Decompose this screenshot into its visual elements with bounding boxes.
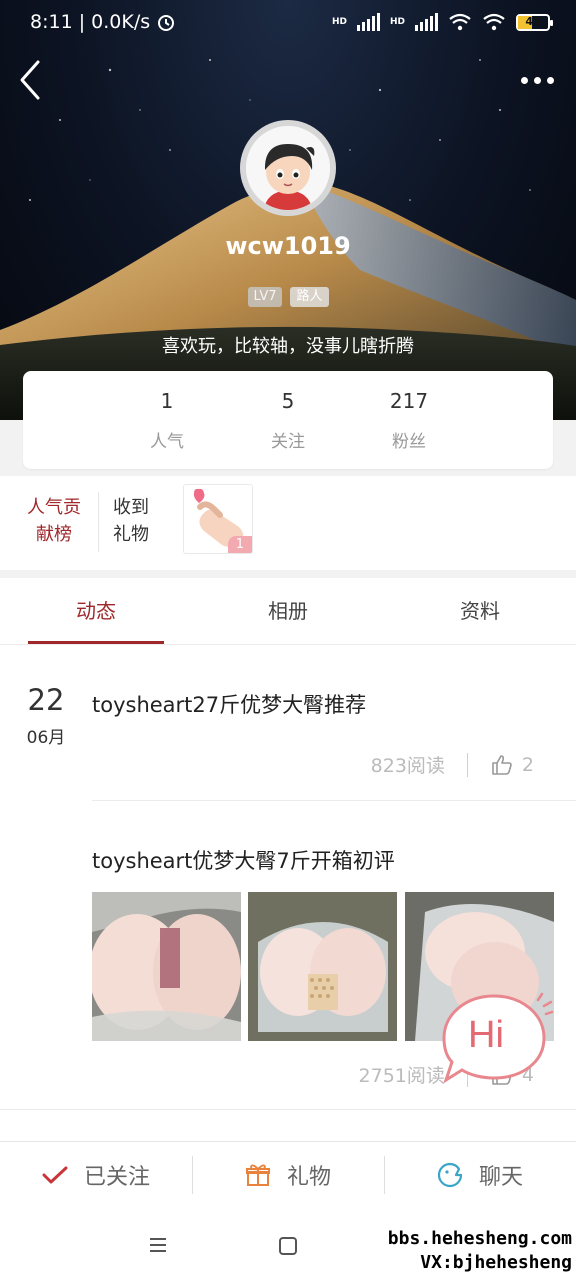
post-divider [92,800,576,801]
post-like-count: 2 [521,753,534,776]
stat-label: 关注 [271,432,305,452]
post-divider [0,1109,576,1110]
stat-followers[interactable]: 217 粉丝 [369,371,449,452]
back-button[interactable] [14,58,50,102]
watermark-line-1: bbs.hehesheng.com [387,1228,572,1249]
gift-icon [245,1164,270,1186]
avatar[interactable] [240,120,336,216]
thumbs-up-icon [492,754,512,775]
status-bar: 8:11 | 0.0K/s HD HD 45 [0,0,576,44]
post-read-count: 2751阅读 [358,1065,445,1087]
gift-thumbnail[interactable]: 1 [183,484,253,554]
stat-value: 1 [160,389,174,413]
stat-label: 粉丝 [392,432,426,452]
product-photo-2 [248,892,397,1041]
check-icon [42,1166,68,1184]
post-date-day: 22 [27,683,65,717]
divider [98,492,99,552]
chat-icon [437,1162,463,1188]
received-gifts-label: 收到礼物 [113,497,149,545]
post-title[interactable]: toysheart优梦大臀7斤开箱初评 [92,845,395,875]
bottom-action-bar: 已关注 礼物 聊天 [0,1141,576,1209]
watermark: bbs.hehesheng.com VX:bjhehesheng [388,1227,572,1275]
avatar-cartoon-icon [246,126,330,210]
gift-label: 礼物 [286,1165,331,1190]
stat-label: 人气 [150,432,184,452]
stat-popularity[interactable]: 1 人气 [127,371,207,452]
like-button[interactable]: 2 [490,753,534,777]
popularity-rank-link[interactable]: 人气贡献榜 [22,494,86,548]
post-date-month: 06月 [26,728,66,748]
watermark-line-2: VX:bjhehesheng [420,1252,572,1273]
profile-tabs: 动态 相册 资料 [0,578,576,645]
profile-bio: 喜欢玩，比较轴，没事儿瞎折腾 [162,336,414,357]
system-navigation-bar: bbs.hehesheng.com VX:bjhehesheng [0,1209,576,1280]
post-image[interactable] [248,892,397,1041]
more-dot-icon [520,76,528,84]
product-photo-1 [92,892,241,1041]
wifi-icon-2 [483,13,505,31]
post-meta: 823阅读 2 [371,751,534,778]
network-type-1: HD [331,17,347,27]
profile-username: wcw1019 [225,232,351,260]
stat-following[interactable]: 5 关注 [248,371,328,452]
stat-value: 5 [281,389,295,413]
active-tab-indicator [28,641,164,644]
tab-album[interactable]: 相册 [192,578,384,645]
section-separator [0,570,576,578]
tab-profile-info[interactable]: 资料 [384,578,576,645]
post-image[interactable] [92,892,241,1041]
status-time-speed: 8:11 | 0.0K/s [30,11,151,33]
battery-level: 45 [525,14,541,28]
hi-chat-bubble[interactable]: Hi [438,990,554,1086]
role-badge: 路人 [290,287,329,307]
level-badge: LV7 [247,287,283,307]
hi-text: Hi [468,1014,504,1056]
chevron-left-icon [20,60,40,100]
wifi-icon [449,13,471,31]
stats-card: 1 人气 5 关注 217 粉丝 [23,371,553,469]
network-type-2: HD [389,17,405,27]
chat-button[interactable]: 聊天 [384,1142,576,1208]
gift-count-badge: 1 [227,536,252,553]
followed-button[interactable]: 已关注 [0,1142,192,1208]
signal-icon-2 [415,13,438,31]
post-read-count: 823阅读 [370,755,445,777]
signal-icon [356,13,380,31]
gift-button[interactable]: 礼物 [192,1142,384,1208]
battery-icon: 45 [516,13,553,31]
more-options-button[interactable] [518,68,556,92]
stat-value: 217 [389,389,429,413]
tab-activity[interactable]: 动态 [0,578,192,645]
contribution-row: 人气贡献榜 收到礼物 1 [0,476,576,570]
menu-icon[interactable] [148,1237,168,1253]
chat-label: 聊天 [478,1165,523,1190]
alarm-icon [158,15,175,31]
profile-badges: LV7 路人 [0,287,576,307]
post-title[interactable]: toysheart27斤优梦大臀推荐 [92,689,366,719]
followed-label: 已关注 [83,1165,150,1190]
home-square-icon[interactable] [279,1237,297,1255]
